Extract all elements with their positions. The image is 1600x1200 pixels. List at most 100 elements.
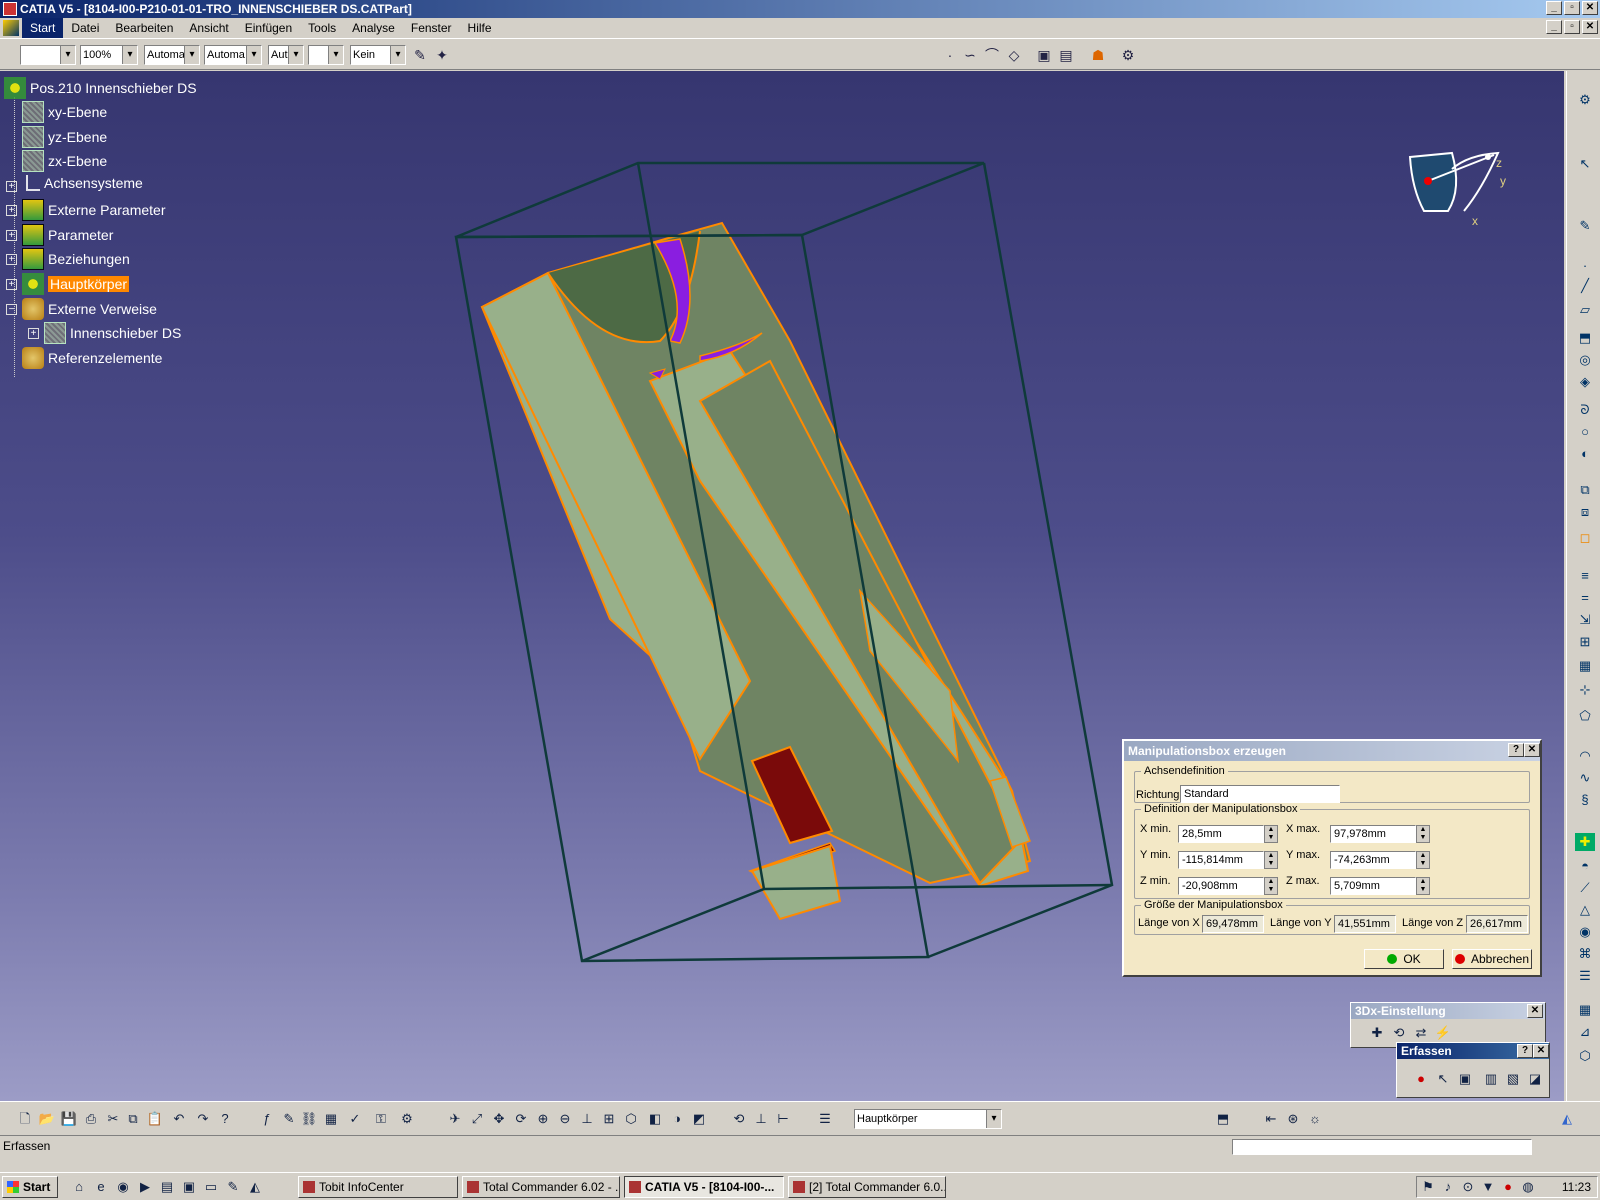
grid-icon[interactable]: ▦ (1575, 657, 1595, 675)
cut-icon[interactable]: ✂ (104, 1110, 122, 1128)
line-weight-combo[interactable]: Automa (144, 45, 200, 65)
dialog-close-button[interactable]: ✕ (1524, 743, 1540, 757)
zoom-in-icon[interactable]: ⊕ (534, 1110, 552, 1128)
image-icon[interactable]: ▧ (1503, 1069, 1523, 1089)
menu-hilfe[interactable]: Hilfe (460, 18, 500, 38)
body-list-icon[interactable]: ☰ (816, 1110, 834, 1128)
point-icon[interactable]: · (940, 45, 960, 65)
thread-icon[interactable]: ⌘ (1575, 945, 1595, 963)
bulb-icon[interactable]: ☼ (1306, 1110, 1324, 1128)
sweep-icon[interactable]: ◈ (1575, 373, 1595, 391)
capture-icon[interactable]: ▣ (1455, 1069, 1475, 1089)
cone-icon[interactable]: △ (1575, 901, 1595, 919)
plane-icon[interactable]: ▱ (1575, 301, 1595, 319)
xmax-spinner[interactable]: ▲ ▼ (1416, 825, 1430, 843)
doc-close-button[interactable]: ✕ (1582, 20, 1598, 34)
render-style-combo[interactable] (308, 45, 344, 65)
sphere-icon[interactable]: ◓ (1575, 857, 1595, 875)
split-icon[interactable]: ⧈ (1575, 503, 1595, 521)
whats-this-icon[interactable]: ? (216, 1110, 234, 1128)
tray-alert-icon[interactable]: ● (1499, 1178, 1517, 1196)
doc-minimize-button[interactable]: _ (1546, 20, 1562, 34)
tray-app-icon[interactable]: ◍ (1519, 1178, 1537, 1196)
collapse-externe-verweise[interactable]: − (6, 304, 17, 315)
tree-item-reference-elements[interactable]: Referenzelemente (22, 347, 162, 369)
document-menu-icon[interactable] (3, 20, 19, 36)
tree-item-external-parameters[interactable]: Externe Parameter (22, 199, 166, 221)
expand-innenschieber[interactable]: + (28, 328, 39, 339)
current-body-select[interactable]: Hauptkörper (854, 1109, 1002, 1129)
quicklaunch-explorer-icon[interactable]: ⌂ (70, 1178, 88, 1196)
spiral-icon[interactable]: ᘐ (1575, 401, 1595, 419)
xmin-spinner[interactable]: ▲ ▼ (1264, 825, 1278, 843)
circle-icon[interactable]: ○ (1575, 423, 1595, 441)
point-icon[interactable]: · (1575, 257, 1595, 275)
task-total-commander[interactable]: Total Commander 6.02 - ... (462, 1176, 620, 1198)
tray-shield-icon[interactable]: ▼ (1479, 1178, 1497, 1196)
expand-hauptkoerper[interactable]: + (6, 279, 17, 290)
cube-icon[interactable]: ⬡ (1575, 1047, 1595, 1065)
point-type-combo[interactable]: Aut (268, 45, 304, 65)
layers-icon[interactable]: ☰ (1575, 967, 1595, 985)
tree-item-parameters[interactable]: Parameter (22, 224, 113, 246)
menu-bearbeiten[interactable]: Bearbeiten (107, 18, 181, 38)
tree-item-innenschieber[interactable]: Innenschieber DS (44, 322, 181, 344)
quicklaunch-app-icon[interactable]: ▤ (158, 1178, 176, 1196)
magic-wand-icon[interactable]: ✦ (432, 45, 452, 65)
xmin-field[interactable]: 28,5mm (1178, 825, 1264, 843)
dialog-help-button[interactable]: ? (1508, 743, 1524, 757)
undo-icon[interactable]: ↶ (170, 1110, 188, 1128)
dominant-icon[interactable]: ⇄ (1411, 1023, 1431, 1043)
ymin-field[interactable]: -115,814mm (1178, 851, 1264, 869)
pattern-icon[interactable]: ⊞ (1575, 633, 1595, 651)
menu-einfuegen[interactable]: Einfügen (237, 18, 300, 38)
direction-field[interactable]: Standard (1180, 785, 1340, 803)
copy-icon[interactable]: ⧉ (124, 1110, 142, 1128)
gear-icon[interactable]: ⚙ (1118, 45, 1138, 65)
surface-icon[interactable]: ⌒ (982, 45, 1002, 65)
erfassen-help-button[interactable]: ? (1517, 1044, 1533, 1058)
save-icon[interactable]: 💾 (60, 1110, 78, 1128)
close-button[interactable]: ✕ (1582, 1, 1598, 15)
options-icon[interactable]: ◪ (1525, 1069, 1545, 1089)
knowledge-icon[interactable]: ☗ (1088, 45, 1108, 65)
sketcher-icon[interactable]: ⚙ (1575, 91, 1595, 109)
zmax-field[interactable]: 5,709mm (1330, 877, 1416, 895)
task-total-commander-2[interactable]: [2] Total Commander 6.0... (788, 1176, 946, 1198)
extrude-icon[interactable]: ⬒ (1575, 329, 1595, 347)
quicklaunch-ie-icon[interactable]: e (92, 1178, 110, 1196)
3dx-close-button[interactable]: ✕ (1527, 1004, 1543, 1018)
analysis-icon[interactable]: ⬠ (1575, 707, 1595, 725)
quicklaunch-catia-icon[interactable]: ◭ (246, 1178, 264, 1196)
menu-datei[interactable]: Datei (63, 18, 107, 38)
manipulate-icon[interactable]: ✚ (1575, 833, 1595, 851)
iso-view-icon[interactable]: ⬡ (622, 1110, 640, 1128)
expand-achsensysteme[interactable]: + (6, 181, 17, 192)
torus-icon[interactable]: ◉ (1575, 923, 1595, 941)
translate-icon[interactable]: ✚ (1367, 1023, 1387, 1043)
expand-beziehungen[interactable]: + (6, 254, 17, 265)
fit-all-icon[interactable]: ⤢ (468, 1110, 486, 1128)
doc-restore-button[interactable]: ▫ (1564, 20, 1580, 34)
new-icon[interactable]: 🗋 (16, 1110, 34, 1128)
open-icon[interactable]: 📂 (38, 1110, 56, 1128)
erfassen-close-button[interactable]: ✕ (1533, 1044, 1549, 1058)
transparency-combo[interactable]: 100% (80, 45, 138, 65)
line-type-combo[interactable]: Automa (204, 45, 262, 65)
layer-combo[interactable]: Kein (350, 45, 406, 65)
constraint-icon[interactable]: ⊢ (774, 1110, 792, 1128)
update-icon[interactable]: ⟲ (730, 1110, 748, 1128)
paste-icon[interactable]: 📋 (146, 1110, 164, 1128)
tray-icon-1[interactable]: ⚑ (1419, 1178, 1437, 1196)
tray-network-icon[interactable]: ⊙ (1459, 1178, 1477, 1196)
link-icon[interactable]: ⛓ (300, 1110, 318, 1128)
color-combo[interactable] (20, 45, 76, 65)
print-icon[interactable]: ⎙ (82, 1110, 100, 1128)
helix-icon[interactable]: § (1575, 791, 1595, 809)
quicklaunch-player-icon[interactable]: ▶ (136, 1178, 154, 1196)
parallel-icon[interactable]: = (1575, 589, 1595, 607)
task-tobit-infocenter[interactable]: Tobit InfoCenter (298, 1176, 458, 1198)
curvature-icon[interactable]: ∿ (1575, 769, 1595, 787)
menu-fenster[interactable]: Fenster (403, 18, 460, 38)
expand-externe-parameter[interactable]: + (6, 205, 17, 216)
